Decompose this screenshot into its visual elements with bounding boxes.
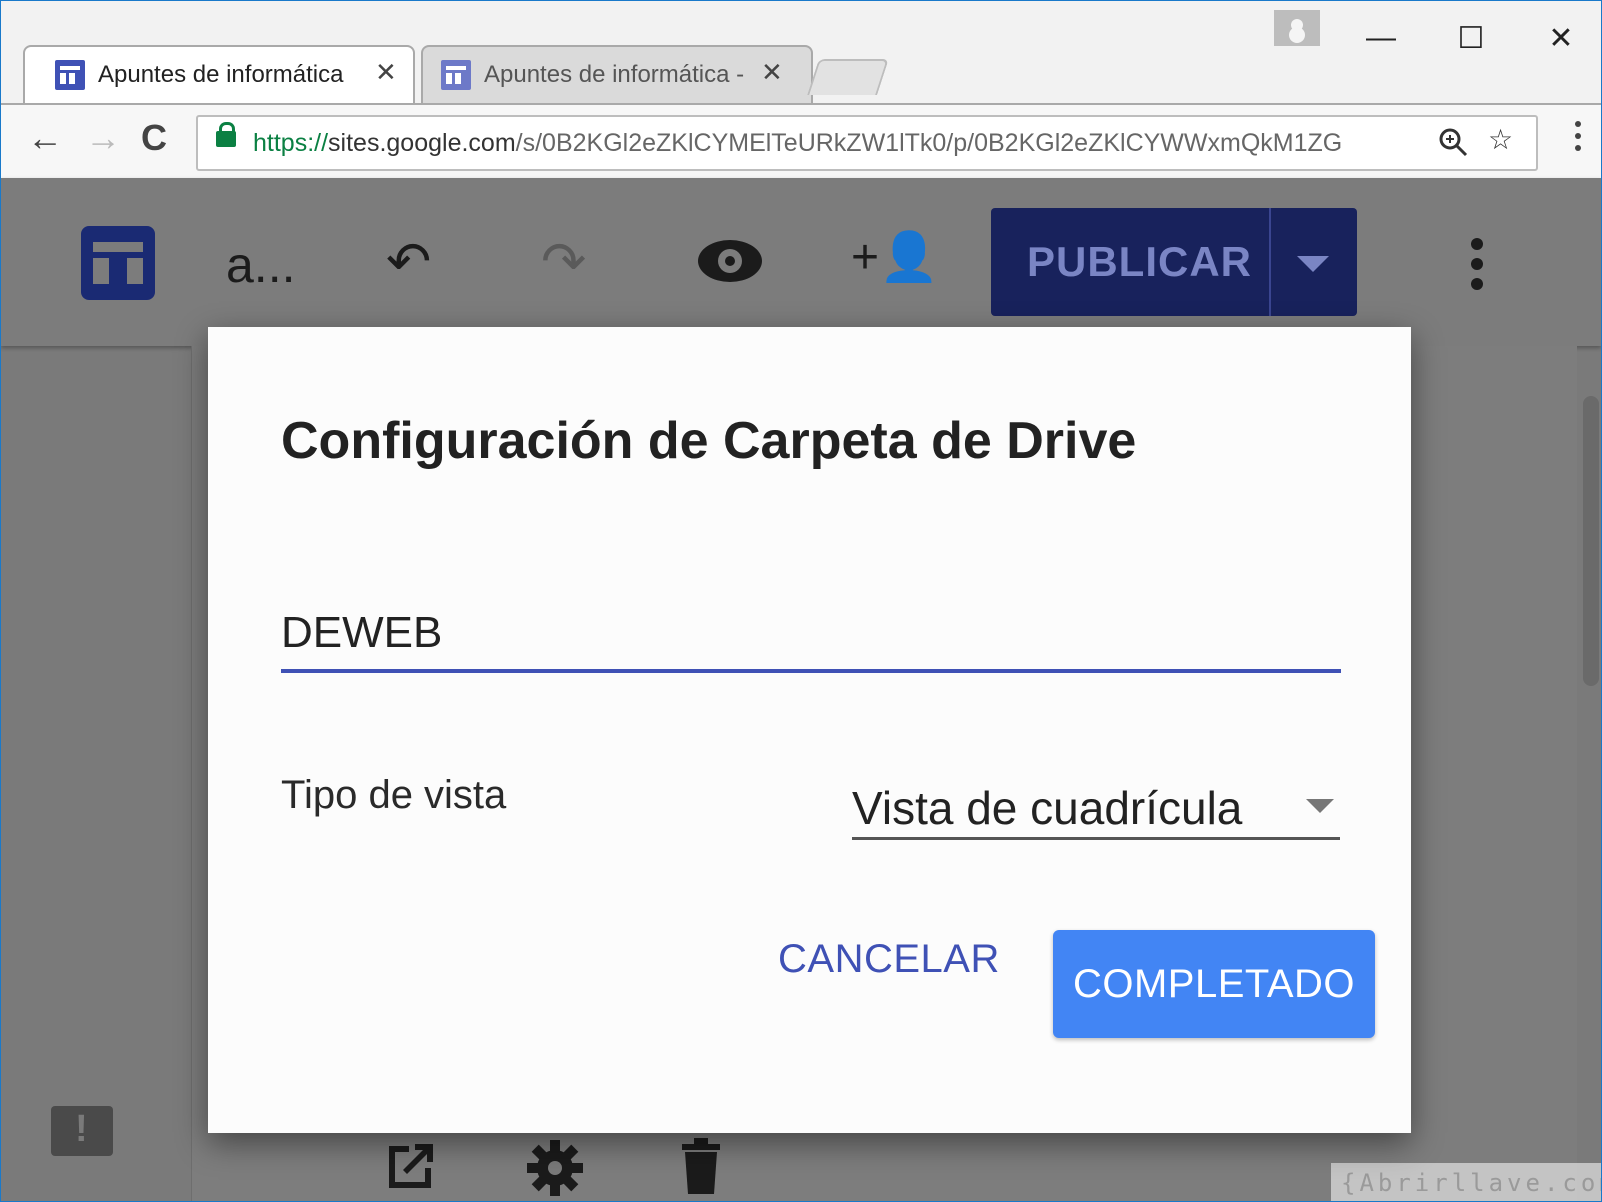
dropdown-arrow-icon	[1306, 799, 1334, 813]
redo-icon[interactable]: ↷	[541, 230, 586, 293]
new-tab-button[interactable]	[807, 59, 889, 95]
publish-label: PUBLICAR	[1027, 238, 1252, 285]
google-sites-icon	[441, 60, 471, 90]
undo-icon[interactable]: ↶	[386, 230, 431, 293]
google-sites-logo-icon[interactable]	[81, 226, 155, 300]
browser-toolbar: ← → C https://sites.google.com/s/0B2KGl2…	[1, 103, 1601, 180]
dialog-title: Configuración de Carpeta de Drive	[281, 412, 1137, 470]
feedback-icon[interactable]	[51, 1106, 113, 1156]
view-type-select[interactable]: Vista de cuadrícula	[852, 775, 1340, 840]
star-icon[interactable]: ☆	[1488, 123, 1513, 156]
lock-icon	[216, 122, 236, 147]
forward-icon[interactable]: →	[85, 117, 121, 159]
preview-eye-icon[interactable]	[698, 240, 762, 282]
minimize-icon[interactable]: —	[1361, 21, 1401, 55]
browser-window: Apuntes de informática ✕ Apuntes de info…	[0, 0, 1602, 1202]
tab-strip: Apuntes de informática ✕ Apuntes de info…	[1, 1, 1601, 103]
more-vert-icon[interactable]	[1575, 121, 1581, 127]
gear-icon[interactable]	[523, 1136, 587, 1201]
tab-title: Apuntes de informática	[98, 61, 344, 88]
drive-folder-settings-dialog: Configuración de Carpeta de Drive Tipo d…	[208, 327, 1411, 1133]
publish-dropdown-icon[interactable]	[1297, 256, 1329, 272]
url-protocol: https://	[253, 129, 329, 157]
url-text: https://sites.google.com/s/0B2KGl2eZKlCY…	[253, 129, 1423, 158]
tab-close-icon[interactable]: ✕	[375, 57, 397, 88]
tab-title: Apuntes de informática -	[484, 61, 745, 88]
back-icon[interactable]: ←	[27, 117, 63, 159]
editor-app-bar: a... ↶ ↷ +👤 PUBLICAR	[1, 178, 1601, 346]
google-sites-icon	[55, 60, 85, 90]
done-button[interactable]: COMPLETADO	[1053, 930, 1375, 1038]
cancel-button[interactable]: CANCELAR	[778, 937, 1000, 982]
folder-name-input[interactable]	[281, 597, 1341, 673]
site-name[interactable]: a...	[226, 236, 295, 294]
url-path: /s/0B2KGl2eZKlCYMElTeURkZW1lTk0/p/0B2KGl…	[515, 129, 1343, 157]
view-type-label: Tipo de vista	[281, 773, 507, 817]
publish-button[interactable]: PUBLICAR	[991, 208, 1357, 316]
trash-icon[interactable]	[676, 1136, 726, 1201]
tab-close-icon[interactable]: ✕	[761, 57, 783, 88]
address-bar[interactable]: https://sites.google.com/s/0B2KGl2eZKlCY…	[196, 115, 1538, 171]
zoom-icon[interactable]	[1438, 127, 1468, 164]
more-vert-icon[interactable]	[1471, 238, 1483, 250]
profile-icon[interactable]	[1274, 10, 1320, 46]
add-person-icon[interactable]: +👤	[851, 228, 939, 285]
reload-icon[interactable]: C	[141, 117, 167, 159]
url-host: sites.google.com	[328, 129, 516, 157]
watermark-logo: {Abrirllave.com	[1331, 1163, 1601, 1201]
close-window-icon[interactable]: ✕	[1541, 21, 1581, 56]
view-type-value: Vista de cuadrícula	[852, 782, 1243, 834]
tab-apuntes-2[interactable]: Apuntes de informática - ✕	[421, 45, 813, 103]
open-external-icon[interactable]	[381, 1136, 441, 1201]
tab-apuntes-active[interactable]: Apuntes de informática ✕	[23, 45, 415, 103]
maximize-icon[interactable]: ☐	[1451, 21, 1491, 56]
publish-separator	[1269, 208, 1271, 316]
scrollbar-thumb[interactable]	[1583, 396, 1599, 686]
